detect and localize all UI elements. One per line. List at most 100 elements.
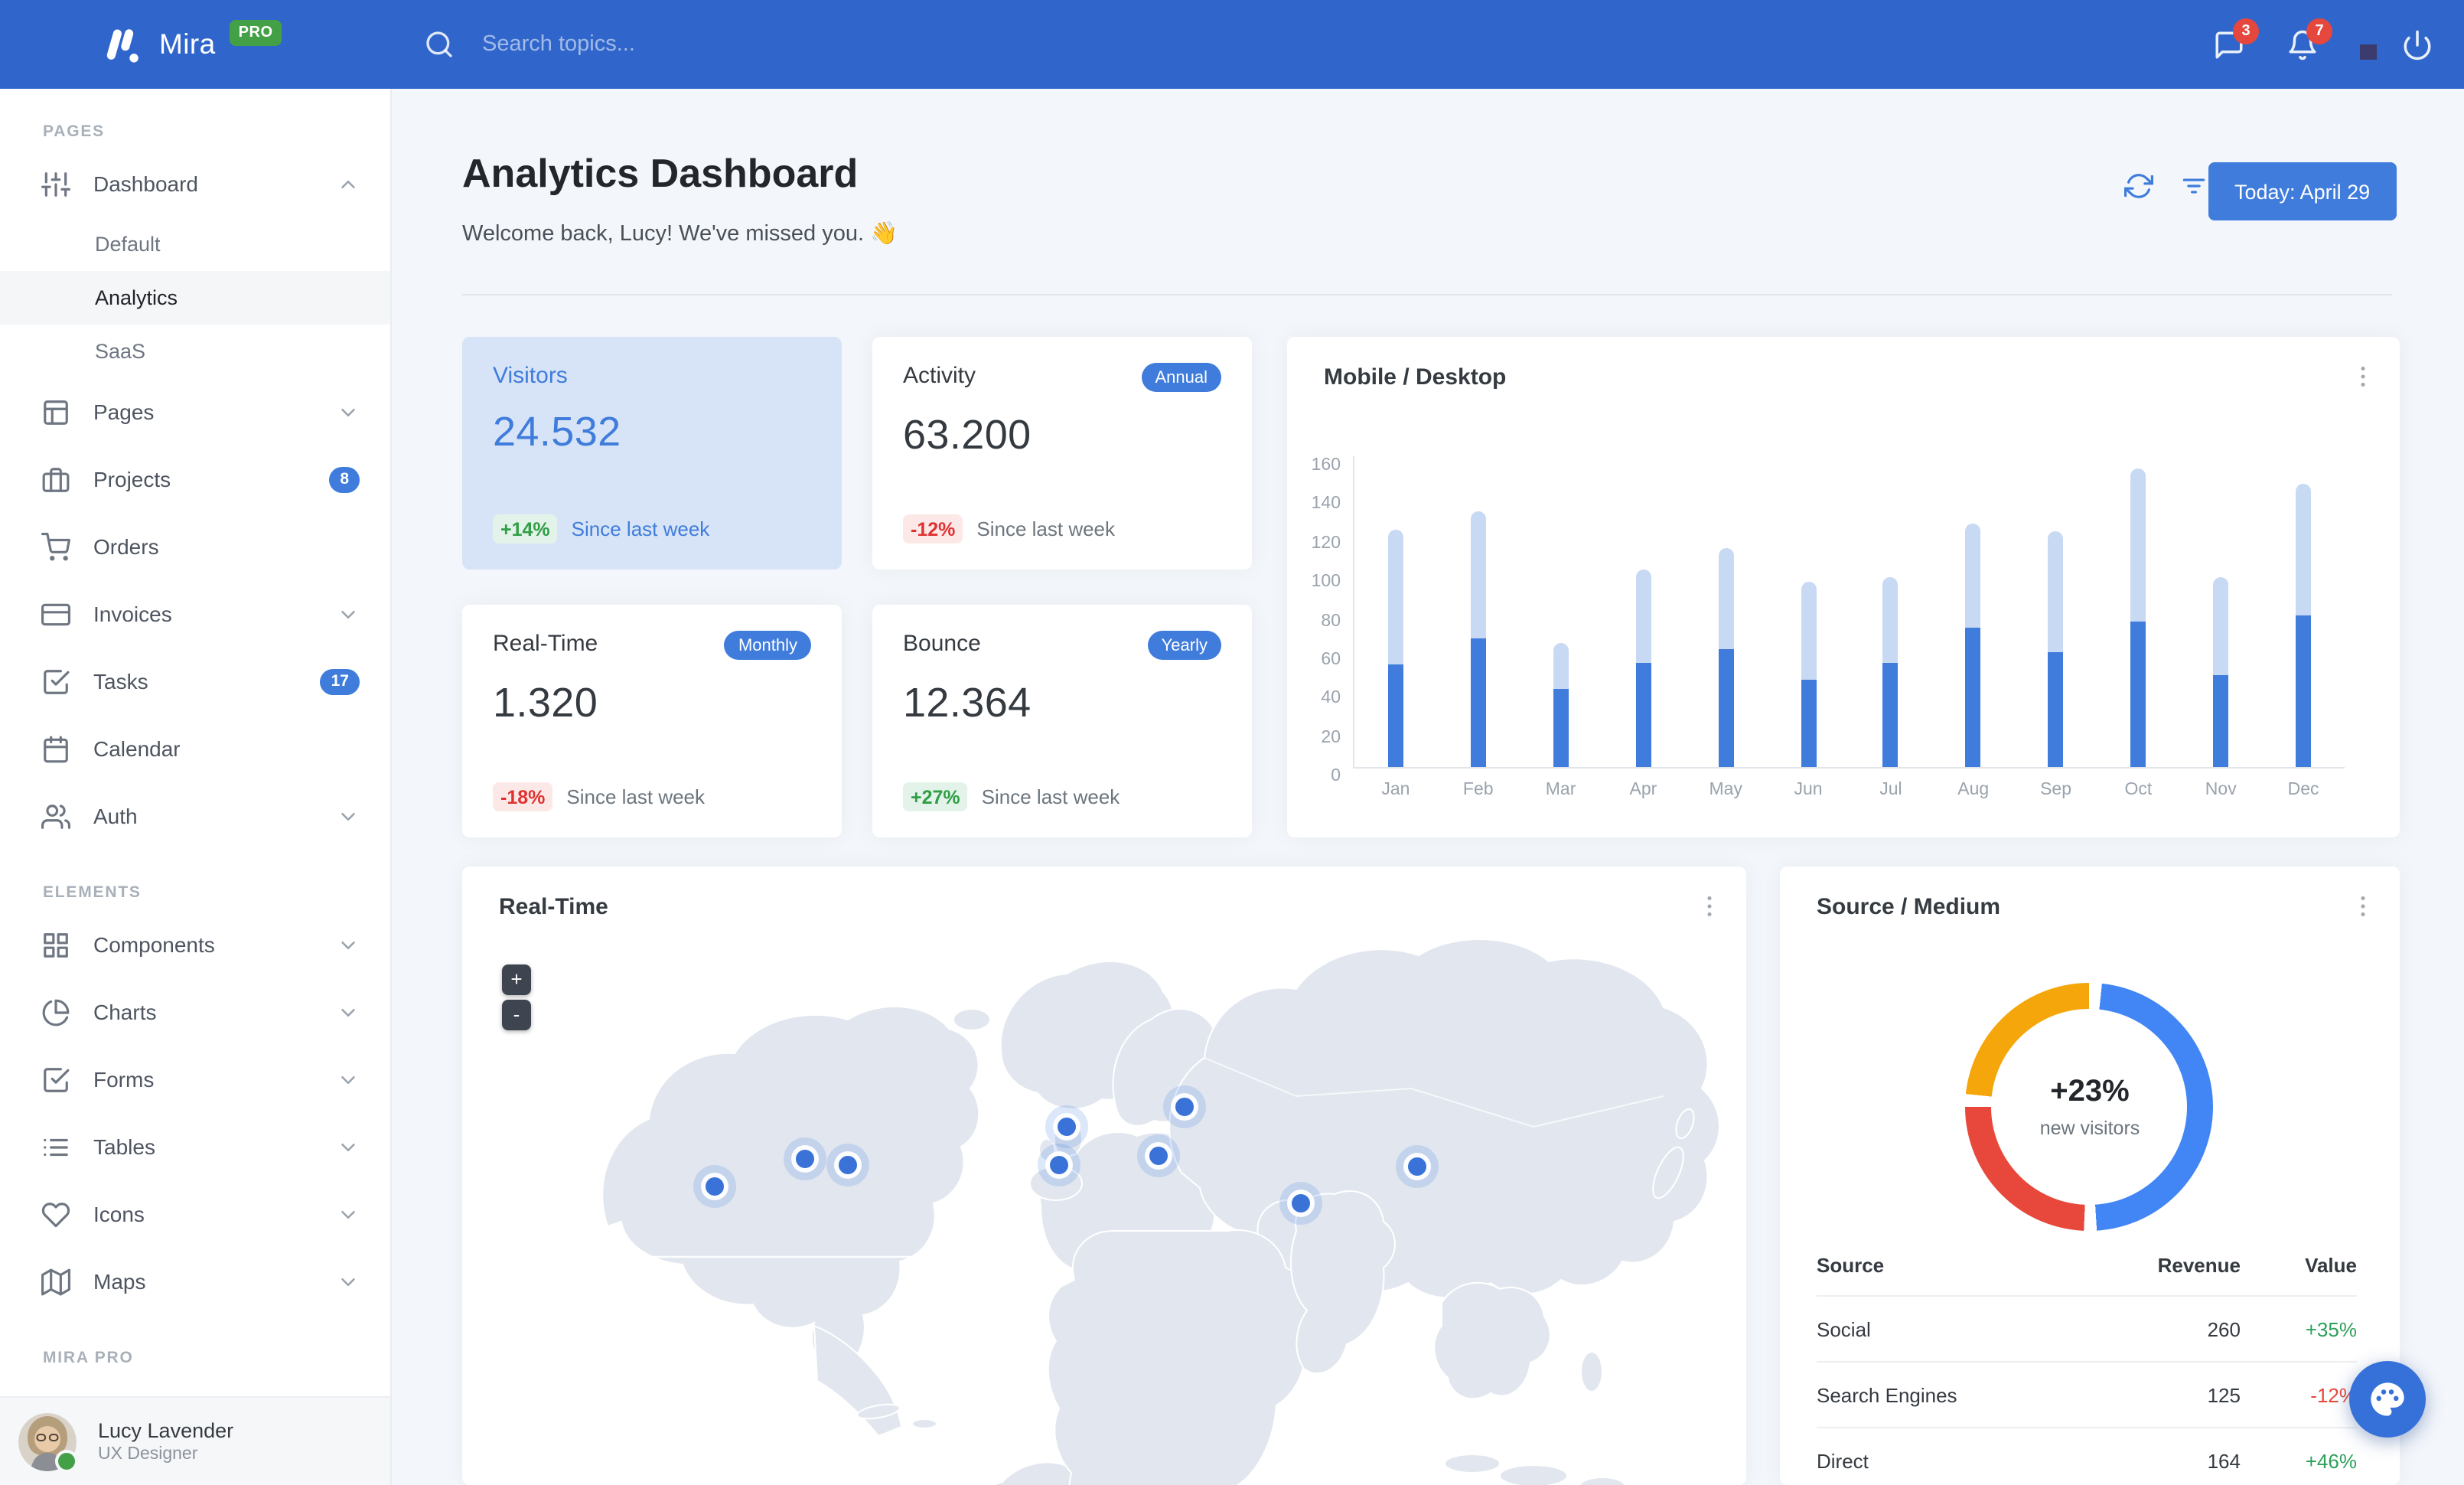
stat-card-bounce: Bounce Yearly 12.364 +27% Since last week <box>872 605 1252 837</box>
source-title: Source / Medium <box>1817 894 2001 920</box>
stat-change-chip: +27% <box>903 782 968 811</box>
x-axis-label: Jul <box>1879 781 1902 799</box>
stat-card-visitors: Visitors 24.532 +14% Since last week <box>462 337 842 570</box>
check-square-icon <box>41 667 70 696</box>
chart-menu-button[interactable] <box>2345 358 2381 395</box>
x-axis-label: Sep <box>2040 781 2072 799</box>
notifications-button[interactable]: 7 <box>2286 18 2332 60</box>
map-zoom-out-button[interactable]: - <box>502 1000 531 1030</box>
mira-logo-icon <box>101 24 142 65</box>
map-marker-8[interactable] <box>1292 1194 1310 1212</box>
source-medium-card: Source / Medium +23% new visitors Source… <box>1780 867 2400 1485</box>
refresh-button[interactable] <box>2124 171 2153 201</box>
map-menu-button[interactable] <box>1691 888 1728 925</box>
x-axis-label: Aug <box>1957 781 1990 799</box>
sidebar-item-calendar[interactable]: Calendar <box>0 715 390 782</box>
stat-caption: Since last week <box>976 517 1116 540</box>
date-range-button[interactable]: Today: April 29 <box>2208 162 2397 220</box>
sidebar-item-maps[interactable]: Maps <box>0 1248 390 1315</box>
stat-value: 12.364 <box>903 680 1032 726</box>
bar-apr[interactable] <box>1635 569 1651 767</box>
sidebar-item-charts[interactable]: Charts <box>0 978 390 1046</box>
bar-jan[interactable] <box>1387 530 1403 767</box>
bar-aug[interactable] <box>1965 524 1981 767</box>
sidebar-item-tasks[interactable]: Tasks 17 <box>0 648 390 715</box>
source-menu-button[interactable] <box>2345 888 2381 925</box>
sidebar-subitem-default[interactable]: Default <box>0 217 390 271</box>
sidebar-item-projects[interactable]: Projects 8 <box>0 445 390 513</box>
sidebar-user[interactable]: Lucy Lavender UX Designer <box>0 1396 390 1485</box>
map-marker-6[interactable] <box>1050 1156 1068 1174</box>
bar-dec-desktop <box>2296 615 2312 767</box>
briefcase-icon <box>41 465 70 494</box>
brand-name: Mira <box>159 28 216 60</box>
sidebar-item-orders[interactable]: Orders <box>0 513 390 580</box>
sidebar-item-auth[interactable]: Auth <box>0 782 390 850</box>
sign-out-button[interactable] <box>2401 28 2433 60</box>
table-row-social: Social 260 +35% <box>1817 1297 2357 1363</box>
sidebar-nav: PAGES Dashboard Default Analytics SaaS Pages P… <box>0 122 390 1367</box>
sidebar-item-forms[interactable]: Forms <box>0 1046 390 1113</box>
sidebar-item-pages[interactable]: Pages <box>0 378 390 445</box>
x-axis-label: Oct <box>2124 781 2153 799</box>
donut-chart <box>1965 983 2213 1231</box>
sidebar-subitem-saas[interactable]: SaaS <box>0 325 390 378</box>
stat-card-real-time: Real-Time Monthly 1.320 -18% Since last week <box>462 605 842 837</box>
bar-may[interactable] <box>1718 547 1734 767</box>
bar-feb[interactable] <box>1470 511 1486 767</box>
bar-nov[interactable] <box>2213 576 2229 767</box>
y-axis-tick: 100 <box>1311 573 1341 592</box>
sidebar: PAGES Dashboard Default Analytics SaaS Pages P… <box>0 89 392 1485</box>
brand[interactable]: Mira PRO <box>101 0 282 89</box>
app-root: Mira PRO 3 7 PAGESDashboardDefaul <box>0 0 2464 1485</box>
bar-jun[interactable] <box>1801 582 1817 767</box>
bar-dec[interactable] <box>2296 483 2312 767</box>
messages-button[interactable]: 3 <box>2213 18 2259 60</box>
map-title: Real-Time <box>499 894 608 920</box>
y-axis-tick: 20 <box>1321 728 1341 747</box>
sidebar-item-dashboard[interactable]: Dashboard <box>0 150 390 217</box>
filter-icon <box>2179 171 2208 201</box>
map-marker-3[interactable] <box>839 1156 857 1174</box>
list-icon <box>41 1132 70 1161</box>
credit-card-icon <box>41 599 70 628</box>
bar-sep[interactable] <box>2048 531 2064 767</box>
bar-mar-desktop <box>1553 689 1569 767</box>
map-marker-2[interactable] <box>796 1150 814 1168</box>
chevron-down-icon <box>337 1270 360 1293</box>
y-axis-tick: 40 <box>1321 689 1341 708</box>
kebab-icon <box>1696 893 1723 920</box>
x-axis-label: Apr <box>1629 781 1657 799</box>
search-icon <box>424 29 455 60</box>
sidebar-item-icons[interactable]: Icons <box>0 1180 390 1248</box>
sidebar-item-invoices[interactable]: Invoices <box>0 580 390 648</box>
map-marker-5[interactable] <box>1175 1098 1194 1116</box>
map-marker-1[interactable] <box>706 1177 724 1196</box>
map-zoom-in-button[interactable]: + <box>502 964 531 995</box>
navbar-actions: 3 7 <box>2213 0 2433 89</box>
map-marker-4[interactable] <box>1058 1118 1076 1136</box>
sidebar-item-tables[interactable]: Tables <box>0 1113 390 1180</box>
bar-chart: 0 20 40 60 80 100 120 140 160 Jan Feb Mar Apr May Jun J… <box>1312 456 2345 799</box>
search-input[interactable] <box>479 31 883 58</box>
y-axis-tick: 0 <box>1331 767 1341 785</box>
bar-jul-desktop <box>1882 662 1899 767</box>
online-status-dot <box>55 1449 78 1472</box>
map-marker-7[interactable] <box>1149 1147 1168 1165</box>
filter-button[interactable] <box>2179 171 2208 201</box>
sidebar-item-components[interactable]: Components <box>0 911 390 978</box>
map-marker-9[interactable] <box>1408 1157 1426 1176</box>
top-navbar: Mira PRO 3 7 <box>0 0 2464 89</box>
stat-change-chip: -12% <box>903 514 963 543</box>
header-divider <box>462 294 2392 295</box>
theme-settings-fab[interactable] <box>2349 1361 2426 1438</box>
user-role: UX Designer <box>98 1445 198 1464</box>
bar-oct[interactable] <box>2130 468 2146 767</box>
bar-mar[interactable] <box>1553 642 1569 767</box>
stat-value: 1.320 <box>493 680 598 726</box>
bar-aug-desktop <box>1965 627 1981 767</box>
bar-jun-desktop <box>1801 679 1817 767</box>
bar-jul[interactable] <box>1882 576 1899 767</box>
sidebar-subitem-analytics[interactable]: Analytics <box>0 271 390 325</box>
shopping-cart-icon <box>41 532 70 561</box>
